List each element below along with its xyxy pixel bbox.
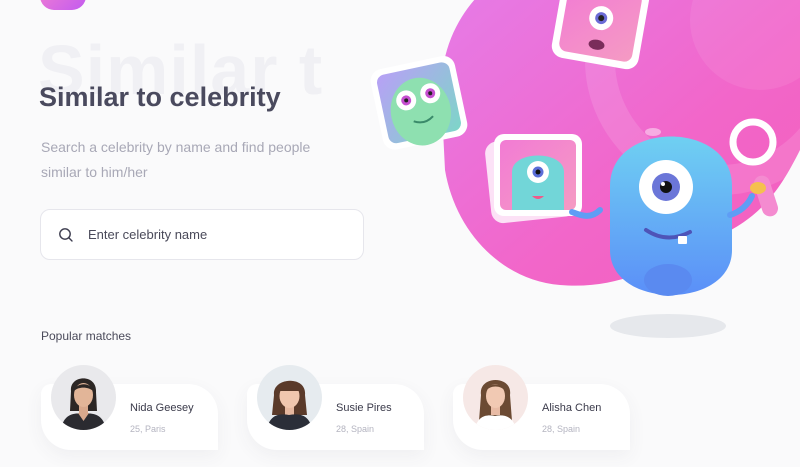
page-subtitle: Search a celebrity by name and find peop… xyxy=(41,139,311,180)
page-title: Similar to celebrity xyxy=(39,82,281,112)
person-photo-icon xyxy=(475,380,516,430)
app-logo[interactable] xyxy=(40,0,86,10)
person-photo-icon xyxy=(267,380,312,430)
match-name[interactable]: Alisha Chen xyxy=(542,402,601,414)
avatar xyxy=(51,365,116,430)
match-name[interactable]: Susie Pires xyxy=(336,402,392,414)
match-meta: 28, Spain xyxy=(542,424,581,434)
avatar xyxy=(257,365,322,430)
search-icon xyxy=(59,227,73,242)
search-bar[interactable] xyxy=(40,209,364,260)
page: Similar t Similar to celebrity Search a … xyxy=(0,0,800,467)
avatar xyxy=(463,365,528,430)
match-meta: 28, Spain xyxy=(336,424,375,434)
monster-card-middle xyxy=(485,134,582,224)
hero-illustration xyxy=(370,0,800,338)
match-name[interactable]: Nida Geesey xyxy=(130,402,194,414)
person-photo-icon xyxy=(61,378,106,430)
popular-matches-heading: Popular matches xyxy=(41,329,132,343)
match-meta: 25, Paris xyxy=(130,424,166,434)
celebrity-search-input[interactable] xyxy=(88,227,338,242)
